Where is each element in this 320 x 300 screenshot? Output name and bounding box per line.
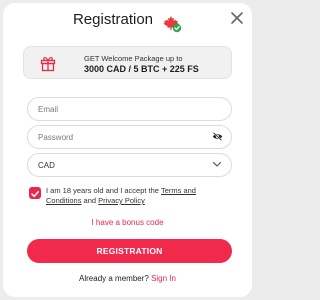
already-member-text: Already a member? Sign In	[3, 274, 252, 284]
close-icon[interactable]	[230, 11, 244, 25]
eye-slash-icon[interactable]	[212, 132, 223, 141]
currency-value: CAD	[38, 160, 55, 170]
privacy-policy-link[interactable]: Privacy Policy	[98, 196, 145, 205]
password-field[interactable]	[27, 125, 232, 149]
terms-text: I am 18 years old and I accept the Terms…	[46, 186, 226, 206]
gift-icon	[40, 57, 56, 72]
terms-prefix: I am 18 years old and I accept the	[46, 186, 159, 195]
bonus-code-link[interactable]: I have a bonus code	[3, 218, 252, 228]
member-prompt: Already a member?	[79, 274, 149, 283]
currency-select[interactable]: CAD	[27, 153, 232, 177]
terms-and: and	[83, 196, 97, 205]
checkmark-icon	[31, 191, 39, 198]
age-terms-checkbox[interactable]	[29, 187, 41, 199]
modal-title: Registration	[72, 11, 154, 28]
promo-amount: 3000 CAD / 5 BTC + 225 FS	[84, 64, 199, 74]
email-field[interactable]	[27, 97, 232, 121]
promo-subtitle: GET Welcome Package up to	[84, 54, 183, 63]
registration-modal: Registration GET Welcome Package up to 3…	[3, 3, 252, 297]
canada-flag-icon	[163, 16, 182, 33]
check-badge-icon	[172, 23, 182, 33]
registration-button[interactable]: REGISTRATION	[27, 239, 232, 263]
sign-in-link[interactable]: Sign In	[151, 274, 176, 283]
